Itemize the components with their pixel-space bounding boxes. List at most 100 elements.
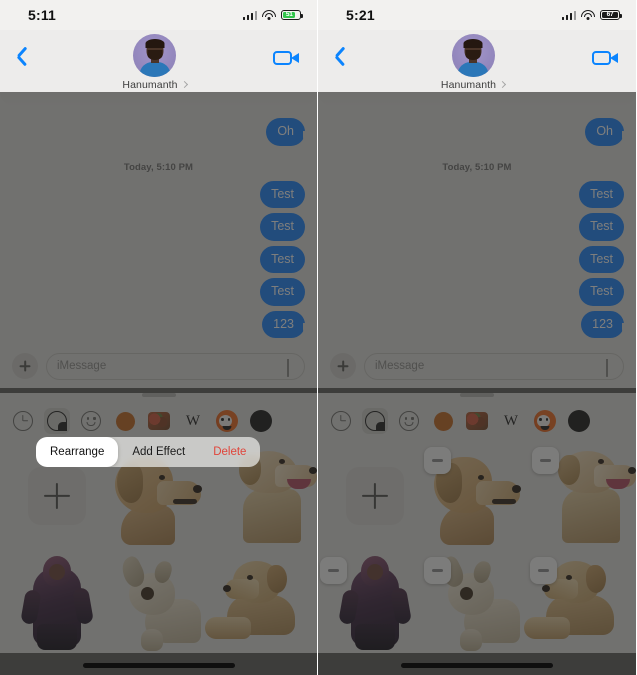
- conversation-area: Oh Today, 5:10 PM Test Test Test Test 12…: [0, 92, 317, 344]
- dark-app-icon[interactable]: [248, 408, 274, 434]
- message-row: Test: [330, 245, 624, 273]
- pumpkin-emoji-app-icon[interactable]: [532, 408, 558, 434]
- message-bubble[interactable]: Test: [579, 245, 624, 273]
- scroll-edge: [0, 92, 317, 106]
- orange-circle-app-icon[interactable]: [112, 408, 138, 434]
- golden-retriever-tongue-sticker[interactable]: [548, 449, 636, 543]
- sticker-cell: [205, 551, 309, 653]
- context-menu-item-delete[interactable]: Delete: [199, 437, 260, 467]
- sticker-delete-badge[interactable]: [532, 447, 559, 474]
- read-time: 5:11 PM: [274, 343, 303, 344]
- read-label: Read: [571, 343, 591, 344]
- sticker-delete-badge[interactable]: [424, 557, 451, 584]
- message-bubble[interactable]: Test: [579, 278, 624, 306]
- cellular-signal-icon: [561, 10, 576, 20]
- message-placeholder: iMessage: [57, 360, 107, 372]
- facetime-video-icon[interactable]: [592, 42, 622, 82]
- emoji-app-icon[interactable]: [396, 408, 422, 434]
- stickers-app-icon[interactable]: [362, 408, 388, 434]
- recents-app-icon[interactable]: [328, 408, 354, 434]
- scroll-edge: [318, 92, 636, 106]
- plus-icon[interactable]: [330, 353, 356, 379]
- contact-header[interactable]: Hanumanth: [36, 34, 273, 91]
- context-menu-item-rearrange[interactable]: Rearrange: [36, 437, 119, 467]
- context-menu: Rearrange Add Effect Delete: [36, 437, 261, 467]
- screenshot-root: 5:11 51 Hanumanth Oh Today, 5:10 PM Test…: [0, 0, 637, 675]
- sticker-cell: [424, 445, 526, 547]
- message-bubble[interactable]: Test: [260, 213, 305, 241]
- facetime-video-icon[interactable]: [273, 42, 303, 82]
- message-row: Test: [12, 278, 305, 306]
- status-indicators: 67: [561, 9, 622, 21]
- message-bubble[interactable]: Test: [260, 278, 305, 306]
- back-chevron-icon[interactable]: [332, 44, 354, 84]
- read-time: 5:11 PM: [593, 343, 622, 344]
- contact-header[interactable]: Hanumanth: [354, 34, 592, 91]
- message-bubble[interactable]: Oh: [585, 118, 631, 146]
- dark-armored-figure-sticker[interactable]: [338, 554, 413, 650]
- app-drawer: W: [0, 393, 317, 653]
- read-label: Read: [252, 343, 272, 344]
- food-app-icon[interactable]: [464, 408, 490, 434]
- nav-bar: Hanumanth: [0, 30, 317, 92]
- orange-circle-app-icon[interactable]: [430, 408, 456, 434]
- status-time: 5:21: [346, 7, 375, 23]
- message-bubble[interactable]: 123: [581, 310, 631, 338]
- message-bubble[interactable]: Test: [579, 213, 624, 241]
- message-input-field[interactable]: iMessage: [364, 352, 624, 380]
- message-row: Test: [330, 213, 624, 241]
- message-row: Test: [330, 278, 624, 306]
- app-icon-row: W: [318, 397, 636, 443]
- add-sticker-button[interactable]: [27, 467, 86, 525]
- context-menu-item-add-effect[interactable]: Add Effect: [118, 437, 199, 467]
- emoji-app-icon[interactable]: [78, 408, 104, 434]
- microphone-icon[interactable]: [606, 359, 614, 377]
- sticker-grid: [318, 443, 636, 653]
- message-input-field[interactable]: iMessage: [46, 352, 305, 380]
- sticker-delete-badge[interactable]: [530, 557, 557, 584]
- sticker-cell: [424, 551, 526, 653]
- sticker-delete-badge[interactable]: [424, 447, 451, 474]
- cellular-signal-icon: [242, 10, 257, 20]
- wikipedia-app-icon[interactable]: W: [498, 408, 524, 434]
- message-row: Test: [330, 180, 624, 208]
- message-bubble[interactable]: Test: [260, 180, 305, 208]
- dark-app-icon[interactable]: [566, 408, 592, 434]
- back-chevron-icon[interactable]: [14, 44, 36, 84]
- message-bubble[interactable]: 123: [262, 310, 312, 338]
- message-row: Test: [12, 213, 305, 241]
- add-sticker-cell: [326, 445, 424, 547]
- battery-level: 67: [606, 10, 614, 18]
- wikipedia-app-icon[interactable]: W: [180, 408, 206, 434]
- message-row: Oh: [330, 118, 631, 146]
- sticker-cell: [530, 445, 636, 547]
- dark-armored-figure-sticker[interactable]: [19, 554, 94, 650]
- message-bubble[interactable]: Test: [579, 180, 624, 208]
- home-indicator[interactable]: [401, 663, 553, 668]
- message-row: Oh: [12, 118, 312, 146]
- nav-bar: Hanumanth: [318, 30, 636, 92]
- message-row: Test: [12, 245, 305, 273]
- avatar: [451, 34, 495, 77]
- stickers-app-icon[interactable]: [44, 408, 70, 434]
- recents-app-icon[interactable]: [10, 408, 36, 434]
- status-bar: 5:21 67: [318, 0, 636, 30]
- avatar: [133, 34, 176, 77]
- status-time: 5:11: [28, 7, 57, 23]
- plus-icon[interactable]: [12, 353, 38, 379]
- message-bubble[interactable]: Oh: [266, 118, 312, 146]
- white-dog-looking-up-sticker[interactable]: [111, 554, 205, 651]
- microphone-icon[interactable]: [287, 359, 295, 377]
- read-receipt: Read 5:11 PM: [330, 343, 624, 344]
- message-bubble[interactable]: Test: [260, 245, 305, 273]
- lying-golden-retriever-sticker[interactable]: [203, 555, 297, 649]
- sticker-delete-badge[interactable]: [320, 557, 347, 584]
- message-row: 123: [12, 310, 312, 338]
- home-indicator[interactable]: [82, 663, 235, 668]
- left-phone-screen: 5:11 51 Hanumanth Oh Today, 5:10 PM Test…: [0, 0, 318, 675]
- add-sticker-button[interactable]: [346, 467, 404, 525]
- sticker-cell: [8, 551, 106, 653]
- pumpkin-emoji-app-icon[interactable]: [214, 408, 240, 434]
- food-app-icon[interactable]: [146, 408, 172, 434]
- battery-icon: 67: [600, 9, 622, 21]
